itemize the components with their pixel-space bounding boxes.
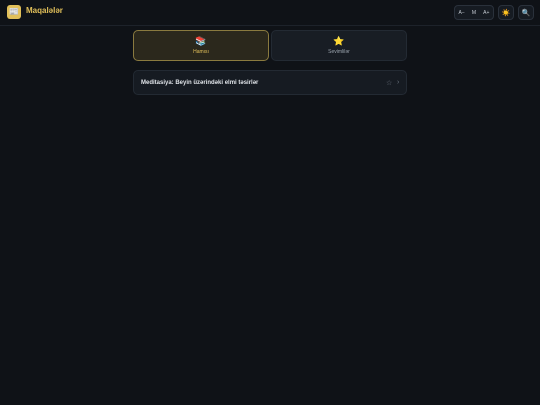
font-size-controls: A− M A+ (454, 5, 494, 20)
tab-all-label: Hamısı (193, 49, 209, 55)
search-button[interactable]: 🔍 (518, 5, 534, 20)
filter-tabs: 📚 Hamısı ⭐ Sevimlilər (133, 30, 407, 61)
font-increase-button[interactable]: A+ (483, 10, 489, 16)
article-list-item[interactable]: Meditasiya: Beyin üzərindəki elmi təsirl… (133, 70, 407, 95)
star-filled-icon: ⭐ (333, 36, 345, 46)
tab-favorites-label: Sevimlilər (328, 49, 350, 55)
newspaper-icon: 📰 (9, 7, 19, 16)
favorite-star-icon[interactable]: ☆ (386, 79, 392, 87)
books-icon: 📚 (195, 36, 207, 46)
top-bar: 📰 Maqalələr A− M A+ ☀️ 🔍 (0, 0, 540, 26)
font-decrease-button[interactable]: A− (459, 10, 465, 16)
article-title: Meditasiya: Beyin üzərindəki elmi təsirl… (141, 80, 259, 86)
font-reset-button[interactable]: M (472, 10, 476, 16)
sun-icon: ☀️ (501, 9, 511, 17)
app-title: Maqalələr (26, 6, 63, 15)
theme-toggle-button[interactable]: ☀️ (498, 5, 514, 20)
search-icon: 🔍 (521, 9, 531, 17)
tab-all[interactable]: 📚 Hamısı (133, 30, 269, 61)
tab-favorites[interactable]: ⭐ Sevimlilər (271, 30, 407, 61)
chevron-right-icon: › (397, 79, 400, 86)
app-logo: 📰 (7, 5, 21, 19)
